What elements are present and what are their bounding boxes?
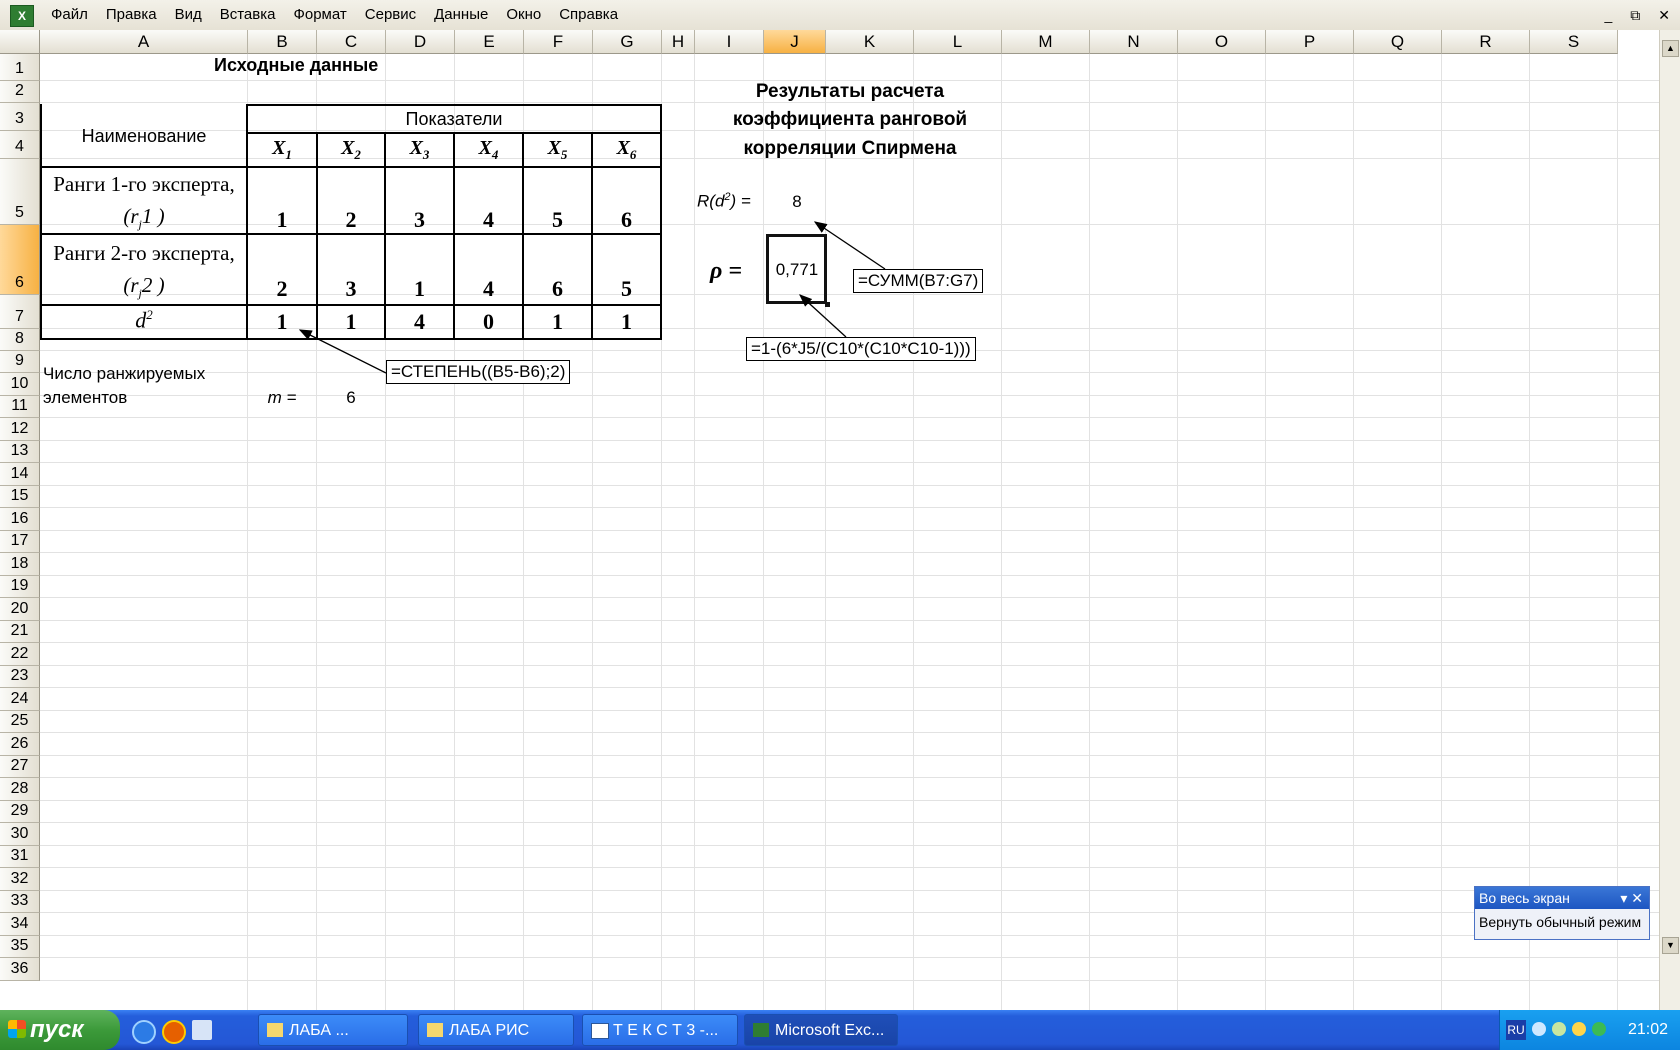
show-desktop-icon[interactable] <box>192 1020 212 1040</box>
language-indicator[interactable]: RU <box>1506 1020 1526 1040</box>
taskbar-button-laba-ris[interactable]: ЛАБА РИС <box>418 1014 574 1046</box>
network-icon[interactable] <box>1532 1022 1546 1036</box>
excel-taskbar-icon <box>753 1023 769 1037</box>
close-icon[interactable]: ▾ ✕ <box>1620 887 1643 909</box>
clock: 21:02 <box>1627 1021 1668 1038</box>
windows-logo-icon <box>8 1020 26 1038</box>
taskbar-button-excel[interactable]: Microsoft Exc... <box>744 1014 898 1046</box>
fullscreen-toolbar[interactable]: Во весь экран ▾ ✕ Вернуть обычный режим <box>1474 886 1650 940</box>
security-icon[interactable] <box>1572 1022 1586 1036</box>
fullscreen-toolbar-title: Во весь экран <box>1479 890 1570 906</box>
start-button[interactable]: пуск <box>0 1010 120 1050</box>
restore-normal-mode-button[interactable]: Вернуть обычный режим <box>1475 909 1649 935</box>
system-tray: RU 21:02 <box>1499 1010 1680 1050</box>
start-label: пуск <box>30 1016 84 1043</box>
antivirus-icon[interactable] <box>1592 1022 1606 1036</box>
scroll-down-icon[interactable]: ▼ <box>1662 937 1679 954</box>
callout-arrows <box>298 221 886 374</box>
taskbar-button-word[interactable]: Т Е К С Т 3 -... <box>582 1014 738 1046</box>
folder-icon <box>267 1023 283 1037</box>
taskbar-button-laba[interactable]: ЛАБА ... <box>258 1014 408 1046</box>
arrow-sum <box>813 221 886 270</box>
taskbar-button-laba-ris-label: ЛАБА РИС <box>449 1022 530 1039</box>
taskbar-button-excel-label: Microsoft Exc... <box>775 1022 885 1039</box>
vertical-scrollbar[interactable]: ▲ ▼ <box>1659 30 1680 1010</box>
taskbar-button-laba-label: ЛАБА ... <box>289 1022 349 1039</box>
word-icon <box>591 1023 609 1039</box>
ie-icon[interactable] <box>132 1020 156 1044</box>
scroll-up-icon[interactable]: ▲ <box>1662 40 1679 57</box>
taskbar: пуск ЛАБА ... ЛАБА РИС Т Е К С Т 3 -... … <box>0 1010 1680 1050</box>
arrow-rho <box>799 294 847 338</box>
folder-icon <box>427 1023 443 1037</box>
taskbar-button-word-label: Т Е К С Т 3 -... <box>613 1022 719 1039</box>
volume-icon[interactable] <box>1552 1022 1566 1036</box>
quick-launch <box>132 1020 212 1044</box>
arrow-power <box>298 329 387 374</box>
firefox-icon[interactable] <box>162 1020 186 1044</box>
fullscreen-toolbar-header[interactable]: Во весь экран ▾ ✕ <box>1475 887 1649 909</box>
